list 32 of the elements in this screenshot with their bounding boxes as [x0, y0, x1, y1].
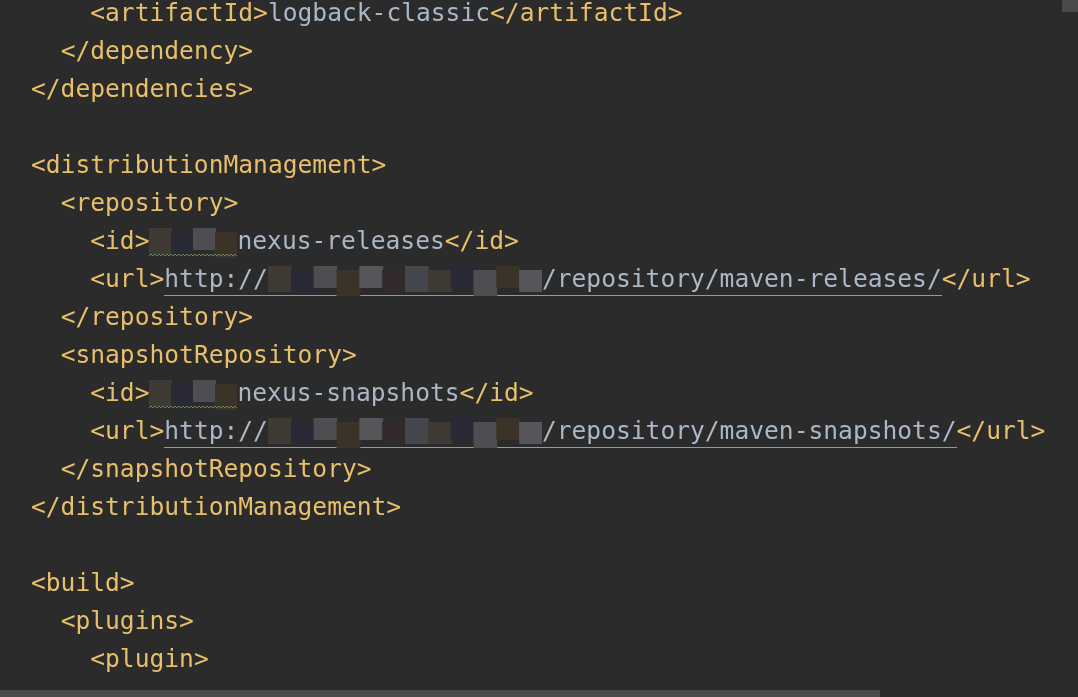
- xml-tag: </id>: [459, 374, 534, 412]
- xml-tag: </id>: [444, 222, 519, 260]
- xml-tag: <repository>: [60, 184, 239, 222]
- xml-tag: </artifactId>: [490, 0, 683, 32]
- xml-tag: <url>: [90, 412, 165, 450]
- xml-tag: <plugin>: [90, 640, 209, 678]
- xml-tag: </snapshotRepository>: [60, 450, 372, 488]
- url-link[interactable]: http:// /repository/maven-releases/: [164, 262, 942, 296]
- url-text: /repository/maven-releases/: [541, 262, 942, 295]
- xml-tag: </dependency>: [60, 32, 254, 70]
- url-text: http://: [164, 414, 268, 447]
- xml-tag: <plugins>: [60, 602, 194, 640]
- url-text: /repository/maven-snapshots/: [541, 414, 957, 447]
- xml-tag: </dependencies>: [31, 70, 254, 108]
- tag-value: nexus-releases: [237, 225, 445, 257]
- xml-tag: <id>: [90, 222, 150, 260]
- tag-value: logback-classic: [267, 0, 491, 29]
- xml-tag: <id>: [90, 374, 150, 412]
- xml-tag: <url>: [90, 260, 165, 298]
- xml-tag: <build>: [31, 564, 135, 602]
- url-text: http://: [164, 262, 268, 295]
- xml-tag: </url>: [956, 412, 1046, 450]
- xml-tag: <snapshotRepository>: [60, 336, 357, 374]
- tag-value: nexus-snapshots: [237, 377, 460, 409]
- url-link[interactable]: http:// /repository/maven-snapshots/: [164, 414, 957, 448]
- horizontal-scrollbar[interactable]: [0, 690, 880, 697]
- xml-tag: </url>: [941, 260, 1031, 298]
- xml-tag: </distributionManagement>: [31, 488, 402, 526]
- xml-tag: <artifactId>: [90, 0, 268, 32]
- vertical-scrollbar[interactable]: [1062, 0, 1078, 12]
- xml-tag: <distributionManagement>: [31, 146, 387, 184]
- xml-tag: </repository>: [60, 298, 254, 336]
